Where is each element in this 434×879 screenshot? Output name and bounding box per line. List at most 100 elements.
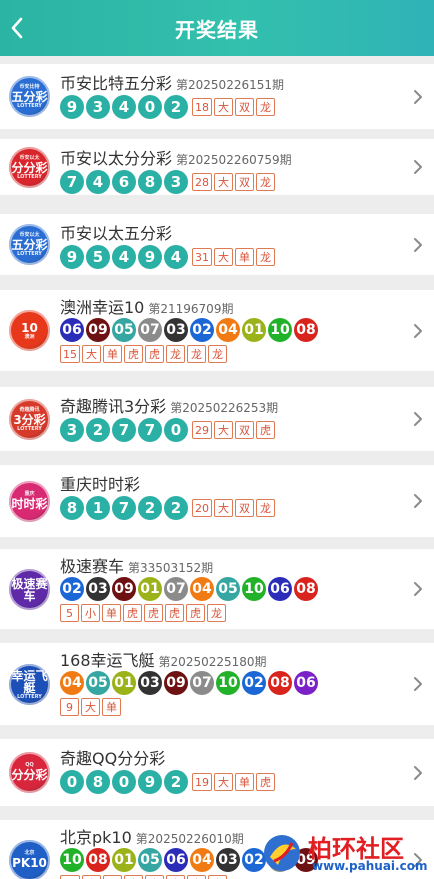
result-balls: 02 03 09 01 07 04 05 10 06 08 <box>60 577 318 601</box>
chevron-right-icon[interactable] <box>412 237 424 253</box>
result-ball: 9 <box>60 95 84 119</box>
result-tag: 双 <box>235 173 254 191</box>
result-tag: 虎 <box>208 875 227 879</box>
result-ball: 3 <box>60 418 84 442</box>
result-ball: 4 <box>164 245 188 269</box>
lottery-name-text: 奇趣QQ分分彩 <box>60 749 166 768</box>
result-tag: 龙 <box>207 604 226 622</box>
result-ball: 08 <box>268 671 292 695</box>
result-tag: 虎 <box>124 345 143 363</box>
lottery-logo: 奇趣腾讯 3分彩 LOTTERY <box>9 399 50 440</box>
lottery-logo: 币安以太 五分彩 LOTTERY <box>9 224 50 265</box>
result-ball: 01 <box>112 671 136 695</box>
result-ball: 4 <box>112 95 136 119</box>
chevron-right-icon[interactable] <box>412 411 424 427</box>
result-tag: 龙 <box>187 345 206 363</box>
chevron-right-icon[interactable] <box>412 581 424 597</box>
result-ball: 02 <box>242 671 266 695</box>
result-ball: 02 <box>190 318 214 342</box>
watermark-logo-icon <box>264 835 300 871</box>
result-ball: 10 <box>242 577 266 601</box>
result-ball: 06 <box>268 577 292 601</box>
result-ball: 10 <box>216 671 240 695</box>
result-ball: 05 <box>86 671 110 695</box>
result-ball: 09 <box>112 577 136 601</box>
lottery-row[interactable]: 币安比特 五分彩 LOTTERY 币安比特五分彩 第20250226151期 9 3 4 0 2 1… <box>0 64 434 129</box>
result-ball: 04 <box>190 848 214 872</box>
lottery-logo: 重庆 时时彩 <box>9 481 50 522</box>
logo-bottom-text: LOTTERY <box>17 250 42 257</box>
lottery-logo: 北京 PK10 <box>9 840 50 879</box>
logo-main-text: PK10 <box>12 856 47 870</box>
result-tag: 虎 <box>256 421 275 439</box>
lottery-name: 澳洲幸运10 第21196709期 <box>60 294 233 318</box>
result-ball: 07 <box>164 577 188 601</box>
result-ball: 7 <box>112 418 136 442</box>
result-tag: 单 <box>102 604 121 622</box>
lottery-row[interactable]: 重庆 时时彩 重庆时时彩 8 1 7 2 2 20 大双龙 <box>0 465 434 537</box>
lottery-row[interactable]: 幸运飞艇 LOTTERY 168幸运飞艇 第20250225180期 04 05 01 03 0… <box>0 643 434 725</box>
chevron-right-icon[interactable] <box>412 493 424 509</box>
chevron-right-icon[interactable] <box>412 323 424 339</box>
lottery-name-text: 奇趣腾讯3分彩 <box>60 397 167 416</box>
lottery-row[interactable]: 10 澳洲 澳洲幸运10 第21196709期 06 09 05 07 03 02 04 01 10 08… <box>0 290 434 371</box>
result-ball: 0 <box>138 95 162 119</box>
lottery-row[interactable]: 奇趣腾讯 3分彩 LOTTERY 奇趣腾讯3分彩 第20250226253期 3 2 7 7 0 2… <box>0 387 434 451</box>
logo-bottom-text: 澳洲 <box>24 334 35 340</box>
logo-bottom-text: LOTTERY <box>17 173 42 180</box>
result-ball: 03 <box>216 848 240 872</box>
result-tag: 20 <box>192 499 212 517</box>
result-tag: 29 <box>192 421 212 439</box>
logo-main-text: 时时彩 <box>11 497 48 511</box>
result-ball: 7 <box>112 496 136 520</box>
logo-bottom-text: LOTTERY <box>17 694 42 700</box>
lottery-row[interactable]: 币安以太 分分彩 LOTTERY 币安以太分分彩 第202502260759期 7 4 6 8 3… <box>0 139 434 195</box>
logo-main-text: 幸运飞艇 <box>11 669 48 695</box>
result-ball: 2 <box>86 418 110 442</box>
result-tag: 龙 <box>256 98 275 116</box>
result-ball: 2 <box>138 496 162 520</box>
lottery-row[interactable]: 极速赛车 极速赛车 第33503152期 02 03 09 01 07 04 05 10 06 08 5 小… <box>0 549 434 629</box>
result-ball: 08 <box>86 848 110 872</box>
lottery-logo: 幸运飞艇 LOTTERY <box>9 664 50 705</box>
result-ball: 04 <box>190 577 214 601</box>
watermark-url: www.pahuai.com <box>312 859 428 873</box>
lottery-row[interactable]: QQ 分分彩 奇趣QQ分分彩 0 8 0 9 2 19 大单虎 <box>0 739 434 806</box>
result-balls: 3 2 7 7 0 29 大双虎 <box>60 418 275 442</box>
result-tag: 双 <box>235 421 254 439</box>
lottery-logo: 币安以太 分分彩 LOTTERY <box>9 147 50 188</box>
lottery-name-text: 澳洲幸运10 <box>60 298 145 317</box>
watermark: 柏环社区 www.pahuai.com <box>260 829 430 877</box>
issue-number: 第20250226010期 <box>135 832 244 846</box>
issue-number: 第21196709期 <box>148 302 234 316</box>
page-title: 开奖结果 <box>175 17 259 42</box>
result-tag: 大 <box>81 698 100 716</box>
result-tag: 虎 <box>165 604 184 622</box>
result-ball: 08 <box>294 318 318 342</box>
result-tag: 小 <box>81 604 100 622</box>
chevron-right-icon[interactable] <box>412 159 424 175</box>
result-tag: 大 <box>214 248 233 266</box>
chevron-right-icon[interactable] <box>412 676 424 692</box>
back-button[interactable] <box>10 13 34 43</box>
result-ball: 8 <box>138 170 162 194</box>
result-tag: 大 <box>82 875 101 879</box>
result-tags: 29 大双虎 <box>192 418 275 442</box>
result-tag: 15 <box>60 345 80 363</box>
logo-main-text: 10 <box>21 321 38 335</box>
lottery-row[interactable]: 币安以太 五分彩 LOTTERY 币安以太五分彩 9 5 4 9 4 31 大单龙 <box>0 214 434 275</box>
chevron-right-icon[interactable] <box>412 765 424 781</box>
lottery-name: 币安比特五分彩 第20250226151期 <box>60 70 284 94</box>
lottery-name: 币安以太分分彩 第202502260759期 <box>60 145 292 169</box>
result-ball: 03 <box>138 671 162 695</box>
result-tag: 大 <box>214 173 233 191</box>
result-balls: 0 8 0 9 2 19 大单虎 <box>60 770 275 794</box>
chevron-right-icon[interactable] <box>412 89 424 105</box>
result-ball: 09 <box>86 318 110 342</box>
result-tag: 19 <box>192 773 212 791</box>
result-tag: 大 <box>214 499 233 517</box>
issue-number: 第20250225180期 <box>158 655 267 669</box>
result-ball: 6 <box>112 170 136 194</box>
result-ball: 04 <box>60 671 84 695</box>
lottery-name-text: 极速赛车 <box>60 557 125 576</box>
